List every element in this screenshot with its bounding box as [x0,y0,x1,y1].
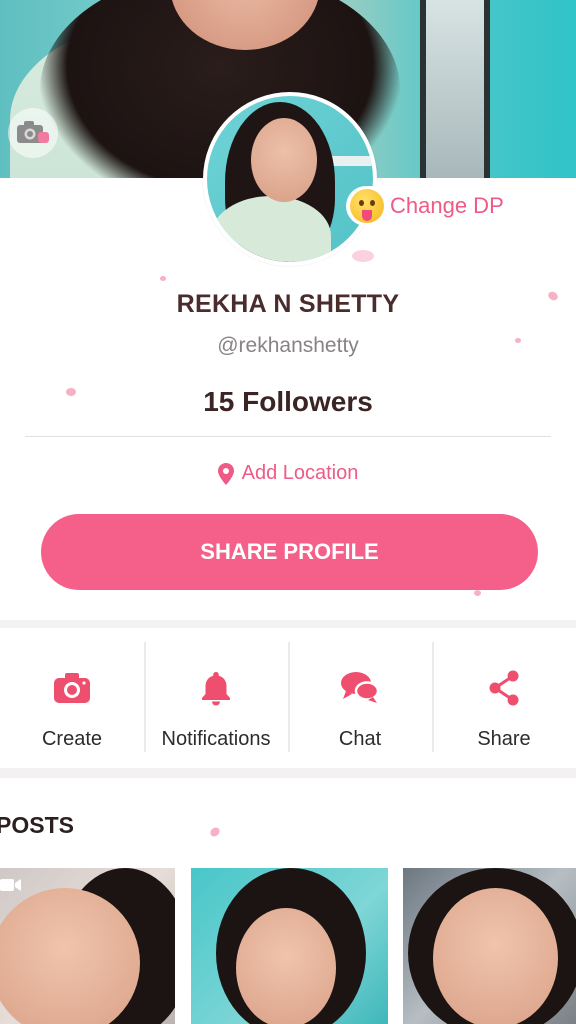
divider [25,436,551,437]
petal-decoration [474,590,481,596]
camera-icon [17,121,49,143]
share-profile-button[interactable]: SHARE PROFILE [41,514,538,590]
create-button[interactable]: Create [0,628,144,768]
profile-name: REKHA N SHETTY [176,290,400,318]
post-photo-face [236,908,336,1024]
change-dp-label: Change DP [390,193,504,218]
chat-button[interactable]: Chat [288,628,432,768]
change-dp-button[interactable]: Change DP [346,186,512,226]
post-photo-face [433,888,558,1024]
action-bar: Create Notifications Chat Share [0,628,576,768]
cover-photo-window [420,0,490,178]
notifications-label: Notifications [161,728,271,750]
section-separator [0,768,576,778]
add-location-button[interactable]: Add Location [0,462,576,485]
change-cover-button[interactable] [8,108,58,158]
location-pin-icon [217,462,234,485]
create-label: Create [41,728,103,750]
video-icon [0,879,21,891]
petal-decoration [208,825,222,839]
post-thumbnail[interactable] [403,868,576,1024]
notifications-button[interactable]: Notifications [144,628,288,768]
profile-handle: @rekhanshetty [217,334,359,357]
tongue-emoji-icon [350,189,384,223]
avatar-shirt [211,196,331,262]
share-icon [489,670,519,706]
followers-count[interactable]: 15 Followers [0,386,576,418]
petal-decoration [66,388,76,396]
avatar[interactable] [203,92,377,266]
share-button[interactable]: Share [432,628,576,768]
post-thumbnail[interactable] [191,868,388,1024]
add-location-label: Add Location [241,462,359,484]
post-thumbnail[interactable] [0,868,175,1024]
share-label: Share [477,728,531,750]
avatar-face [251,118,317,202]
camera-icon [54,673,90,703]
posts-heading: POSTS [0,812,74,838]
section-separator [0,620,576,628]
chat-label: Chat [338,728,382,750]
bell-icon [202,672,230,706]
petal-decoration [515,338,521,343]
petal-decoration [160,276,166,281]
petal-decoration [352,250,374,262]
chat-icon [341,672,380,703]
